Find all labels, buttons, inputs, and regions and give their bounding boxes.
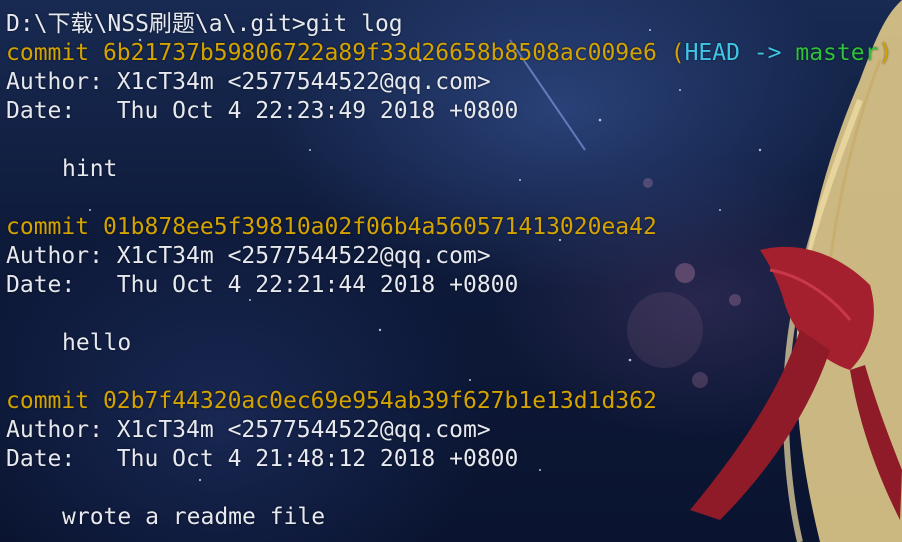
commit-line: commit 01b878ee5f39810a02f06b4a560571413… [6,213,892,242]
terminal-window[interactable]: D:\下载\NSS刷题\a\.git>git log commit 6b2173… [0,0,902,542]
blank-line [6,300,892,329]
author-line: Author: X1cT34m <2577544522@qq.com> [6,416,892,445]
commit-message-line: wrote a readme file [6,503,892,532]
author-value: X1cT34m <2577544522@qq.com> [116,243,491,269]
date-line: Date: Thu Oct 4 21:48:12 2018 +0800 [6,445,892,474]
author-value: X1cT34m <2577544522@qq.com> [116,69,491,95]
blank-line [6,184,892,213]
date-value: Thu Oct 4 21:48:12 2018 +0800 [116,446,519,472]
blank-line [6,474,892,503]
date-line: Date: Thu Oct 4 22:21:44 2018 +0800 [6,271,892,300]
commit-message: hello [62,330,132,356]
ref-close-paren: ) [878,40,893,66]
date-value: Thu Oct 4 22:21:44 2018 +0800 [116,272,519,298]
commit-hash: 6b21737b59806722a89f33d26658b8508ac009e6 [102,40,657,66]
commit-message: hint [62,156,118,182]
commit-message-line: hint [6,155,892,184]
commit-line: commit 02b7f44320ac0ec69e954ab39f627b1e1… [6,387,892,416]
commit-message-line: hello [6,329,892,358]
commit-message: wrote a readme file [62,504,326,530]
commit-keyword: commit [6,40,90,66]
author-line: Author: X1cT34m <2577544522@qq.com> [6,242,892,271]
blank-line [6,126,892,155]
date-value: Thu Oct 4 22:23:49 2018 +0800 [116,98,519,124]
date-label: Date: [6,446,76,472]
date-label: Date: [6,272,76,298]
author-label: Author: [6,69,103,95]
date-line: Date: Thu Oct 4 22:23:49 2018 +0800 [6,97,892,126]
author-line: Author: X1cT34m <2577544522@qq.com> [6,68,892,97]
commit-line: commit 6b21737b59806722a89f33d26658b8508… [6,39,892,68]
blank-line [6,358,892,387]
commit-keyword: commit [6,388,90,414]
author-value: X1cT34m <2577544522@qq.com> [116,417,491,443]
head-pointer: HEAD -> [684,40,782,66]
author-label: Author: [6,243,103,269]
prompt-command: git log [305,11,403,37]
prompt-path: D:\下载\NSS刷题\a\.git> [6,11,306,37]
author-label: Author: [6,417,103,443]
git-log-output: D:\下载\NSS刷题\a\.git>git log commit 6b2173… [6,10,892,532]
branch-name: master [795,40,879,66]
commit-keyword: commit [6,214,90,240]
prompt-line: D:\下载\NSS刷题\a\.git>git log [6,10,892,39]
ref-open-paren: ( [670,40,685,66]
date-label: Date: [6,98,76,124]
commit-hash: 02b7f44320ac0ec69e954ab39f627b1e13d1d362 [102,388,657,414]
commit-hash: 01b878ee5f39810a02f06b4a560571413020ea42 [102,214,657,240]
